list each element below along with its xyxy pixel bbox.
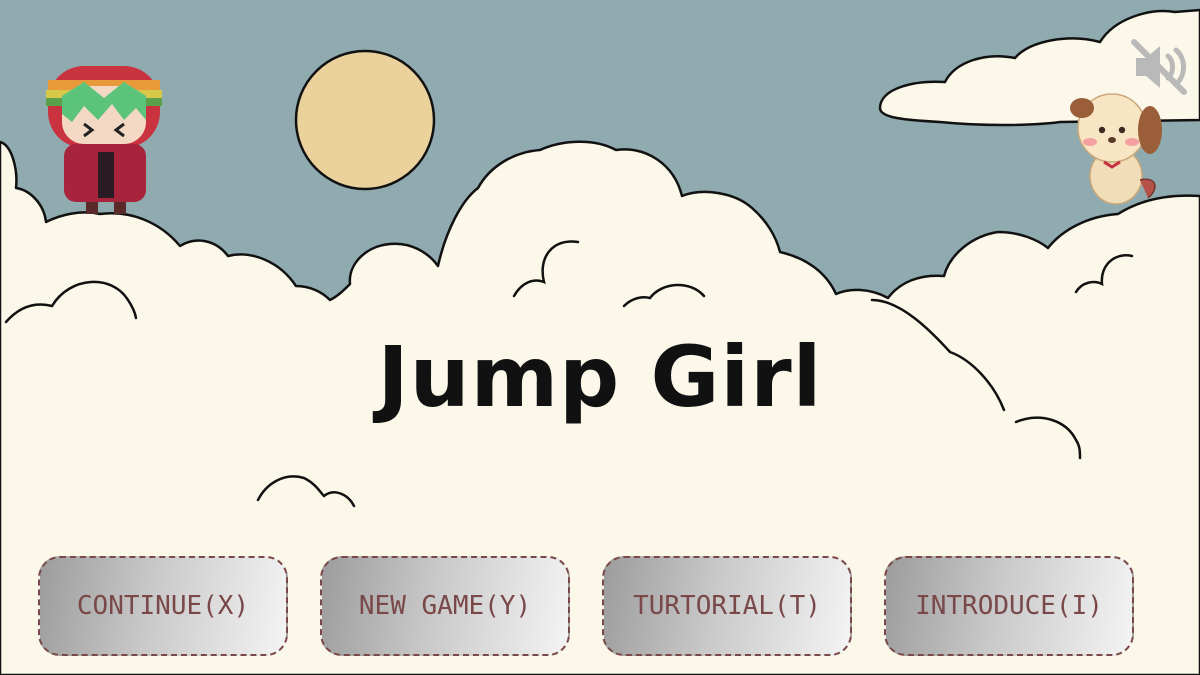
tutorial-button[interactable]: TURTORIAL(T)	[602, 556, 852, 656]
girl-character	[46, 66, 162, 214]
mute-toggle-button[interactable]	[1128, 36, 1190, 98]
speaker-muted-icon	[1131, 39, 1187, 95]
introduce-button-label: INTRODUCE(I)	[915, 591, 1103, 621]
sun	[294, 49, 436, 191]
continue-button-label: CONTINUE(X)	[76, 591, 250, 621]
new-game-button[interactable]: NEW GAME(Y)	[320, 556, 570, 656]
continue-button[interactable]: CONTINUE(X)	[38, 556, 288, 656]
introduce-button[interactable]: INTRODUCE(I)	[884, 556, 1134, 656]
game-title: Jump Girl	[377, 328, 823, 426]
tutorial-button-label: TURTORIAL(T)	[633, 591, 821, 621]
dog-character	[1070, 93, 1162, 205]
new-game-button-label: NEW GAME(Y)	[358, 591, 532, 621]
title-screen: Jump Girl CONTINUE(X) NEW GAME(Y) TURTOR…	[0, 0, 1200, 675]
